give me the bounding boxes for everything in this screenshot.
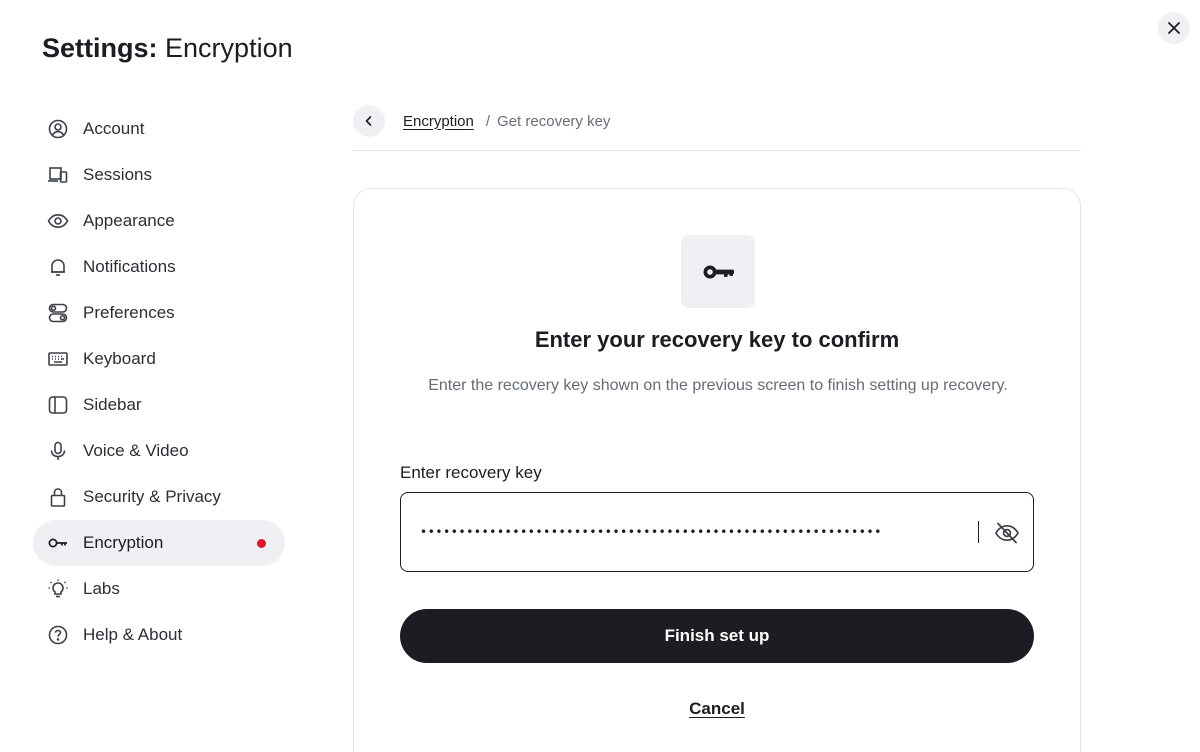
eye-off-icon <box>995 522 1019 544</box>
dialog-title-prefix: Settings: <box>42 33 158 63</box>
settings-dialog: Settings: Encryption Account Sessions Ap… <box>0 0 1200 752</box>
breadcrumb: Encryption / Get recovery key <box>353 105 610 137</box>
cancel-button[interactable]: Cancel <box>354 699 1080 719</box>
sidebar-item-encryption[interactable]: Encryption <box>33 520 285 566</box>
chevron-left-icon <box>365 116 372 126</box>
recovery-key-label: Enter recovery key <box>400 463 542 482</box>
sidebar-item-label: Labs <box>83 579 120 598</box>
keyboard-icon <box>47 348 69 370</box>
sidebar-item-preferences[interactable]: Preferences <box>33 290 285 336</box>
key-badge <box>681 235 755 308</box>
lock-icon <box>47 486 69 508</box>
sidebar-item-notifications[interactable]: Notifications <box>33 244 285 290</box>
dialog-title-section: Encryption <box>165 33 293 63</box>
toggle-visibility-button[interactable] <box>993 519 1021 547</box>
sidebar-item-label: Notifications <box>83 257 176 276</box>
bell-icon <box>47 256 69 278</box>
sidebar-item-help-about[interactable]: Help & About <box>33 612 285 658</box>
devices-icon <box>47 164 69 186</box>
sidebar-item-keyboard[interactable]: Keyboard <box>33 336 285 382</box>
close-icon <box>1168 22 1180 34</box>
breadcrumb-current: Get recovery key <box>497 112 611 130</box>
key-icon <box>47 532 69 554</box>
recovery-key-value: ••••••••••••••••••••••••••••••••••••••••… <box>420 525 882 539</box>
breadcrumb-parent-link[interactable]: Encryption <box>403 113 474 130</box>
finish-setup-button[interactable]: Finish set up <box>400 609 1034 663</box>
recovery-key-input[interactable]: ••••••••••••••••••••••••••••••••••••••••… <box>400 492 1034 572</box>
lightbulb-icon <box>47 578 69 600</box>
sidebar-item-label: Help & About <box>83 625 183 644</box>
user-circle-icon <box>47 118 69 140</box>
sidebar-item-account[interactable]: Account <box>33 106 285 152</box>
sidebar-item-label: Sidebar <box>83 395 142 414</box>
sidebar-item-voice-video[interactable]: Voice & Video <box>33 428 285 474</box>
sidebar-item-label: Voice & Video <box>83 441 189 460</box>
sidebar-item-sidebar[interactable]: Sidebar <box>33 382 285 428</box>
back-button[interactable] <box>353 105 385 137</box>
breadcrumb-separator: / <box>485 112 491 130</box>
sidebar-item-label: Account <box>83 119 145 138</box>
help-icon <box>47 624 69 646</box>
sidebar-item-appearance[interactable]: Appearance <box>33 198 285 244</box>
sidebar-item-label: Keyboard <box>83 349 156 368</box>
card-heading: Enter your recovery key to confirm <box>534 327 900 352</box>
sidebar-item-label: Appearance <box>83 211 175 230</box>
settings-sidebar: Account Sessions Appearance Notification… <box>33 106 285 658</box>
sidebar-item-labs[interactable]: Labs <box>33 566 285 612</box>
text-caret <box>978 521 979 543</box>
sidebar-icon <box>47 394 69 416</box>
dialog-title: Settings: Encryption <box>42 30 293 66</box>
card-description: Enter the recovery key shown on the prev… <box>428 377 1008 394</box>
toggles-icon <box>47 302 69 324</box>
header-divider <box>353 150 1081 151</box>
key-icon <box>703 265 734 278</box>
microphone-icon <box>47 440 69 462</box>
sidebar-item-sessions[interactable]: Sessions <box>33 152 285 198</box>
close-button[interactable] <box>1158 12 1190 44</box>
recovery-key-card: Enter your recovery key to confirm Enter… <box>353 188 1081 752</box>
sidebar-item-label: Sessions <box>83 165 152 184</box>
eye-icon <box>47 210 69 232</box>
sidebar-item-label: Encryption <box>83 533 164 552</box>
notification-dot <box>257 539 266 548</box>
sidebar-item-label: Preferences <box>83 303 175 322</box>
sidebar-item-label: Security & Privacy <box>83 487 221 506</box>
sidebar-item-security-privacy[interactable]: Security & Privacy <box>33 474 285 520</box>
